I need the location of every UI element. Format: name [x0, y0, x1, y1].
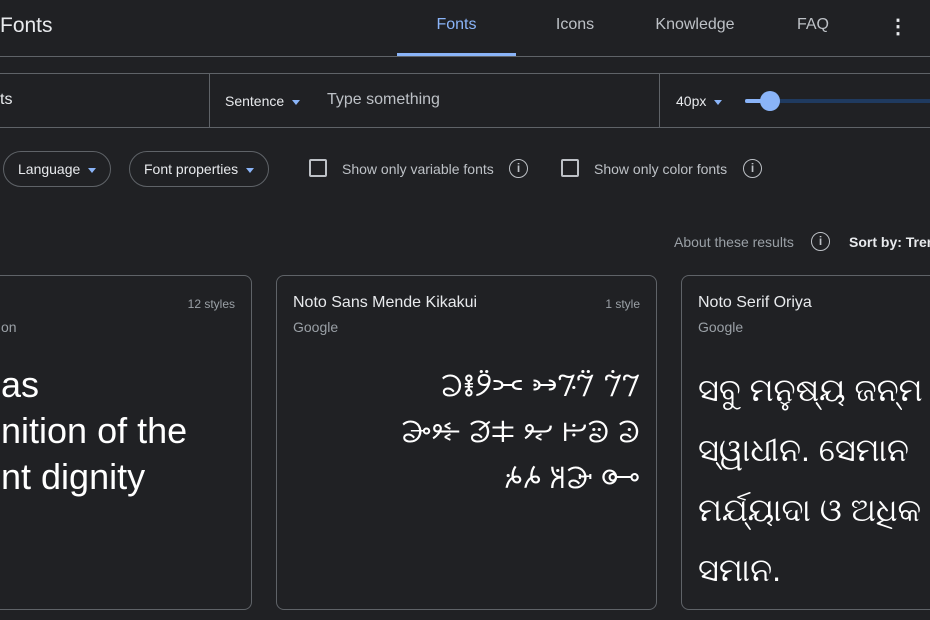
font-card[interactable]: Noto Serif Oriya Google ସବୁ ମନୁଷ୍ୟ ଜନ୍ମ …	[681, 275, 930, 610]
language-label: Language	[18, 161, 81, 177]
font-properties-label: Font properties	[144, 161, 239, 177]
sample-line: ସବୁ ମନୁଷ୍ୟ ଜନ୍ମ	[698, 372, 923, 408]
tab-fonts[interactable]: Fonts	[397, 16, 516, 56]
variable-fonts-label: Show only variable fonts	[342, 161, 494, 177]
header-divider	[0, 56, 930, 57]
color-fonts-checkbox[interactable]	[561, 159, 579, 177]
info-icon[interactable]: i	[509, 159, 528, 178]
font-properties-filter[interactable]: Font properties	[129, 151, 270, 187]
sample-line: 𞠀𞠁 𞠂𞠃𞠄 𞠅𞠆𞠇𞠈	[440, 370, 640, 403]
font-author: Google	[293, 319, 339, 335]
info-icon[interactable]: i	[811, 232, 830, 251]
styles-count: 12 styles	[187, 297, 235, 311]
font-name: Noto Serif Oriya	[698, 294, 812, 311]
sample-line: as	[1, 364, 40, 405]
about-results-link[interactable]: About these results	[674, 234, 794, 250]
font-card[interactable]: Noto Sans Mende Kikakui 1 style Google 𞠀…	[276, 275, 657, 610]
sample-line: ସମାନ.	[698, 552, 782, 588]
preview-mode-dropdown[interactable]: Sentence	[225, 93, 301, 109]
caret-down-icon	[714, 99, 723, 105]
tab-faq[interactable]: FAQ	[790, 16, 836, 56]
app-title[interactable]: Fonts	[0, 14, 53, 38]
sort-dropdown[interactable]: Sort by: Tren	[849, 234, 930, 250]
font-name: Noto Sans Mende Kikakui	[293, 294, 478, 311]
divider	[659, 73, 660, 128]
font-author: Google	[698, 319, 744, 335]
size-slider-thumb[interactable]	[760, 91, 780, 111]
sample-line: nt dignity	[1, 456, 146, 497]
sample-line: 𞠑 𞠒𞠓 𞠔𞠕	[503, 462, 640, 495]
size-dropdown[interactable]: 40px	[676, 93, 723, 109]
font-card[interactable]: 12 styles on as nition of the nt dignity	[0, 275, 252, 610]
tab-icons[interactable]: Icons	[540, 16, 610, 56]
sample-line: ସ୍ୱାଧୀନ. ସେମାନ	[698, 432, 909, 468]
info-icon[interactable]: i	[743, 159, 762, 178]
tab-knowledge[interactable]: Knowledge	[645, 16, 745, 56]
caret-down-icon	[292, 99, 301, 105]
preview-text-input[interactable]: Type something	[327, 91, 440, 109]
divider	[209, 73, 210, 128]
search-input[interactable]: ts	[0, 91, 12, 109]
language-filter[interactable]: Language	[3, 151, 112, 187]
more-vert-icon[interactable]: ⋮	[888, 14, 908, 39]
sample-line: nition of the	[1, 410, 188, 451]
sample-line: ମର୍ଯ୍ୟାଦା ଓ ଅଧିକ	[698, 492, 922, 528]
caret-down-icon	[88, 167, 97, 173]
toolbar-top-border	[0, 73, 930, 74]
caret-down-icon	[246, 167, 255, 173]
color-fonts-label: Show only color fonts	[594, 161, 728, 177]
styles-count: 1 style	[605, 297, 640, 311]
preview-mode-label: Sentence	[225, 93, 285, 109]
sample-line: 𞠉 𞠊𞠋 𞠌 𞠍𞠎 𞠏𞠐	[401, 416, 640, 449]
font-author: on	[1, 319, 17, 335]
size-label: 40px	[676, 93, 707, 109]
toolbar-bottom-border	[0, 127, 930, 128]
variable-fonts-checkbox[interactable]	[309, 159, 327, 177]
